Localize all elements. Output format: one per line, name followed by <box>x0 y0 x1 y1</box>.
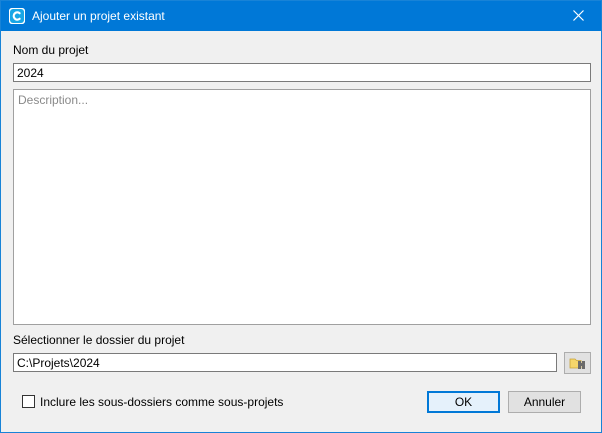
project-folder-input[interactable] <box>13 353 557 372</box>
project-name-label: Nom du projet <box>13 43 89 57</box>
app-logo-icon <box>9 8 25 24</box>
title-bar[interactable]: Ajouter un projet existant <box>1 1 601 31</box>
window-title: Ajouter un projet existant <box>32 9 165 23</box>
project-folder-label: Sélectionner le dossier du projet <box>13 333 185 347</box>
cancel-button[interactable]: Annuler <box>508 391 581 413</box>
project-name-input[interactable] <box>13 63 591 82</box>
ok-button[interactable]: OK <box>427 391 500 413</box>
description-input[interactable] <box>13 89 591 325</box>
browse-folder-button[interactable] <box>564 352 591 374</box>
dialog-window: Ajouter un projet existant Nom du projet… <box>0 0 602 433</box>
include-subfolders-label: Inclure les sous-dossiers comme sous-pro… <box>40 395 284 409</box>
close-icon <box>573 10 584 21</box>
folder-browse-icon <box>569 358 585 369</box>
close-button[interactable] <box>556 1 601 31</box>
include-subfolders-checkbox[interactable] <box>22 395 35 408</box>
